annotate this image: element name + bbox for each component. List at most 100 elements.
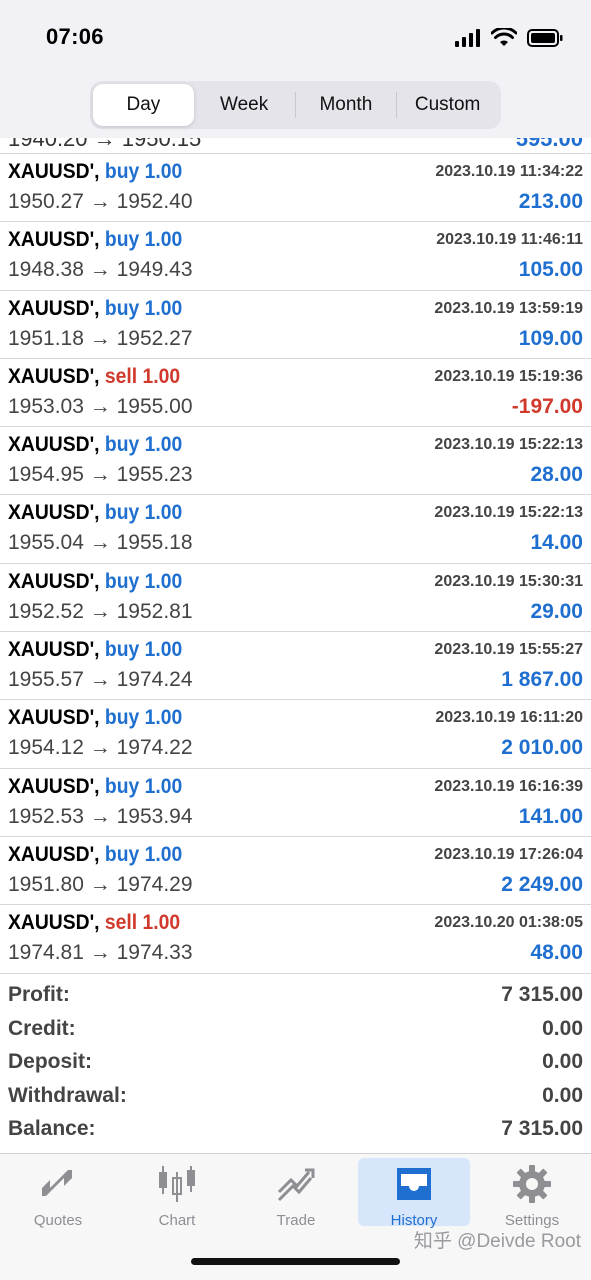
symbol-name: XAUUSD', xyxy=(8,228,100,252)
list-item[interactable]: XAUUSD', buy 1.00 2023.10.19 16:11:20 1954… xyxy=(0,700,591,769)
deal-side: buy xyxy=(104,638,140,662)
wifi-icon xyxy=(491,28,517,46)
deal-profit: 2 249.00 xyxy=(501,872,583,896)
deal-volume: 1.00 xyxy=(144,569,183,593)
deal-volume: 1.00 xyxy=(144,842,183,866)
deal-symbol: XAUUSD', buy 1.00 xyxy=(8,843,182,867)
deal-profit: 105.00 xyxy=(518,258,583,282)
top-bar: 07:06 Day Week Month Custom xyxy=(0,0,591,138)
deal-symbol: XAUUSD', buy 1.00 xyxy=(8,570,182,594)
close-price: 1955.18 xyxy=(116,531,193,555)
deal-time: 2023.10.19 11:34:22 xyxy=(435,163,583,180)
deal-symbol: XAUUSD', buy 1.00 xyxy=(8,433,182,457)
open-price: 1952.52 xyxy=(8,599,84,623)
watermark: 知乎 @Deivde Root xyxy=(413,1231,581,1252)
deal-symbol: XAUUSD', buy 1.00 xyxy=(8,638,182,662)
deal-volume: 1.00 xyxy=(142,364,181,388)
tab-history[interactable]: History xyxy=(358,1158,470,1229)
arrow-icon: → xyxy=(89,599,111,623)
list-item[interactable]: XAUUSD', buy 1.00 2023.10.19 15:30:31 1952… xyxy=(0,564,591,633)
tab-custom[interactable]: Custom xyxy=(397,84,498,126)
summary-row: Credit: 0.00 xyxy=(0,1015,591,1049)
close-price: 1949.43 xyxy=(116,258,193,282)
close-price: 1955.00 xyxy=(116,394,193,418)
deal-prices: 1955.57 → 1974.24 xyxy=(8,668,193,692)
open-price: 1952.53 xyxy=(8,804,84,828)
home-indicator xyxy=(191,1258,400,1265)
deal-time: 2023.10.19 11:46:11 xyxy=(436,231,583,249)
trade-trend-icon xyxy=(275,1164,317,1204)
open-price: 1951.18 xyxy=(8,326,84,350)
tab-quotes[interactable]: Quotes xyxy=(2,1158,114,1229)
list-item[interactable]: XAUUSD', buy 1.00 2023.10.19 15:22:13 1954… xyxy=(0,427,591,496)
list-item[interactable]: XAUUSD', buy 1.00 2023.10.19 15:22:13 1955… xyxy=(0,495,591,564)
deal-side: buy xyxy=(104,228,140,252)
symbol-name: XAUUSD', xyxy=(8,638,100,662)
deal-symbol: XAUUSD', sell 1.00 xyxy=(8,365,180,389)
deal-symbol: XAUUSD', sell 1.00 xyxy=(8,911,180,935)
arrow-icon: → xyxy=(89,941,111,965)
arrow-icon: → xyxy=(89,804,111,828)
arrow-icon: → xyxy=(89,326,111,350)
deal-side: sell xyxy=(104,911,138,935)
symbol-name: XAUUSD', xyxy=(8,774,100,798)
close-price: 1974.33 xyxy=(116,941,193,965)
summary-row: Balance: 7 315.00 xyxy=(0,1115,591,1149)
arrow-icon: → xyxy=(89,668,111,692)
deal-prices: 1948.38 → 1949.43 xyxy=(8,258,193,282)
list-item[interactable]: XAUUSD', sell 1.00 2023.10.19 15:19:36 195… xyxy=(0,359,591,428)
deal-profit: 28.00 xyxy=(530,463,583,487)
open-price: 1951.80 xyxy=(8,872,84,896)
battery-icon xyxy=(527,29,563,47)
list-item[interactable]: XAUUSD', sell 1.00 2023.10.20 01:38:05 197… xyxy=(0,905,591,974)
deal-profit: 213.00 xyxy=(518,190,583,213)
deal-profit: 14.00 xyxy=(530,531,583,555)
list-item[interactable]: XAUUSD', buy 1.00 2023.10.19 16:16:39 1952… xyxy=(0,769,591,837)
tab-settings[interactable]: Settings xyxy=(476,1158,588,1229)
open-price: 1955.04 xyxy=(8,531,84,555)
deal-volume: 1.00 xyxy=(144,706,183,730)
list-item[interactable]: XAUUSD', buy 1.00 2023.10.19 11:34:22 1950… xyxy=(0,154,591,223)
list-item-partial[interactable]: 1940.20 → 1950.15 595.00 xyxy=(0,138,591,154)
symbol-name: XAUUSD', xyxy=(8,842,100,866)
arrow-icon: → xyxy=(89,872,111,896)
deal-profit: 141.00 xyxy=(518,804,583,828)
open-price: 1955.57 xyxy=(8,668,84,692)
arrow-icon: → xyxy=(89,463,111,487)
summary-value: 7 315.00 xyxy=(501,1117,583,1140)
deals-list[interactable]: 1940.20 → 1950.15 595.00 XAUUSD', buy 1.… xyxy=(0,138,591,974)
symbol-name: XAUUSD', xyxy=(8,706,100,730)
list-item[interactable]: XAUUSD', buy 1.00 2023.10.19 11:46:11 1948… xyxy=(0,222,591,291)
deal-prices: 1951.18 → 1952.27 xyxy=(8,327,193,351)
list-item[interactable]: XAUUSD', buy 1.00 2023.10.19 17:26:04 1951… xyxy=(0,837,591,906)
signal-icon xyxy=(455,29,480,47)
arrow-icon: → xyxy=(89,258,111,282)
summary-row: Deposit: 0.00 xyxy=(0,1048,591,1082)
symbol-name: XAUUSD', xyxy=(8,160,100,183)
deal-prices: 1954.12 → 1974.22 xyxy=(8,736,193,760)
close-price: 1952.40 xyxy=(116,190,193,213)
open-price: 1954.12 xyxy=(8,736,84,760)
deal-symbol: XAUUSD', buy 1.00 xyxy=(8,228,182,252)
tab-chart[interactable]: Chart xyxy=(121,1158,233,1229)
arrow-icon: → xyxy=(89,736,111,760)
open-price: 1948.38 xyxy=(8,258,84,282)
period-segmented-control: Day Week Month Custom xyxy=(90,81,501,129)
deal-profit: 1 867.00 xyxy=(501,668,583,692)
tab-trade[interactable]: Trade xyxy=(240,1158,352,1229)
deal-volume: 1.00 xyxy=(144,228,183,252)
tab-day[interactable]: Day xyxy=(93,84,194,126)
tab-week[interactable]: Week xyxy=(194,84,295,126)
list-item[interactable]: XAUUSD', buy 1.00 2023.10.19 13:59:19 1951… xyxy=(0,291,591,359)
deal-profit: 109.00 xyxy=(518,326,583,350)
summary-value: 0.00 xyxy=(542,1016,583,1040)
summary-value: 0.00 xyxy=(542,1083,583,1107)
summary-label: Withdrawal: xyxy=(8,1083,127,1107)
close-price: 1953.94 xyxy=(116,804,193,828)
deal-side: buy xyxy=(104,569,140,593)
symbol-name: XAUUSD', xyxy=(8,433,100,457)
tab-month[interactable]: Month xyxy=(296,84,397,126)
deal-prices: 1950.27 → 1952.40 xyxy=(8,190,193,214)
list-item[interactable]: XAUUSD', buy 1.00 2023.10.19 15:55:27 1955… xyxy=(0,632,591,701)
open-price: 1954.95 xyxy=(8,463,84,487)
